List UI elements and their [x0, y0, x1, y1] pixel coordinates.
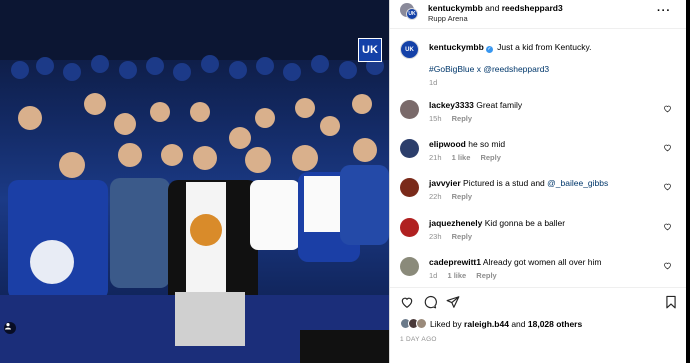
- like-comment-heart-icon[interactable]: [663, 143, 672, 152]
- comment-text: Pictured is a stud and: [463, 178, 548, 188]
- likes-prefix: Liked by: [430, 319, 462, 329]
- liked-by-user[interactable]: raleigh.b44: [464, 319, 509, 329]
- reply-button[interactable]: Reply: [452, 232, 472, 241]
- comment-time: 23h: [429, 232, 442, 241]
- liker-avatar: [416, 318, 427, 329]
- like-heart-icon[interactable]: [400, 295, 414, 309]
- post-header: UK kentuckymbb and reedsheppard3 Rupp Ar…: [390, 0, 687, 29]
- comment-time: 15h: [429, 114, 442, 123]
- share-paper-plane-icon[interactable]: [446, 295, 460, 309]
- comment-username[interactable]: jaquezhenely: [429, 218, 482, 228]
- comment-text: he so mid: [468, 139, 506, 149]
- comment: elipwood he so mid 21h 1 like Reply: [400, 139, 680, 171]
- comment-meta: 22h Reply: [429, 192, 480, 201]
- user-tag-icon[interactable]: [4, 322, 16, 334]
- comment-likes[interactable]: 1 like: [452, 153, 471, 162]
- window-edge: [686, 0, 690, 363]
- comment-text-line: jaquezhenely Kid gonna be a baller: [429, 218, 659, 229]
- post-actions: Liked by raleigh.b44 and 18,028 others 1…: [390, 287, 687, 363]
- comment-username[interactable]: cadeprewitt1: [429, 257, 481, 267]
- likes-count[interactable]: 18,028 others: [528, 319, 582, 329]
- reply-button[interactable]: Reply: [480, 153, 500, 162]
- comment-likes[interactable]: 1 like: [447, 271, 466, 280]
- caption-time: 1d: [429, 78, 438, 87]
- comment-text: Already got women all over him: [482, 257, 602, 267]
- owner-username[interactable]: kentuckymbb: [428, 3, 483, 13]
- reply-button[interactable]: Reply: [476, 271, 496, 280]
- uk-logo: UK: [358, 38, 382, 62]
- likes-summary: Liked by raleigh.b44 and 18,028 others: [430, 319, 582, 329]
- comment-meta: 21h 1 like Reply: [429, 153, 509, 162]
- like-comment-heart-icon[interactable]: [663, 182, 672, 191]
- comment-username[interactable]: lackey3333: [429, 100, 474, 110]
- comment-time: 1d: [429, 271, 438, 280]
- header-usernames: kentuckymbb and reedsheppard3: [428, 3, 563, 13]
- comment-avatar[interactable]: [400, 218, 419, 237]
- comment-username[interactable]: elipwood: [429, 139, 466, 149]
- like-comment-heart-icon[interactable]: [663, 104, 672, 113]
- crowd-illustration: [0, 0, 389, 363]
- comment-text-line: elipwood he so mid: [429, 139, 659, 150]
- location-link[interactable]: Rupp Arena: [428, 14, 468, 23]
- reply-button[interactable]: Reply: [452, 192, 472, 201]
- caption-text: Just a kid from Kentucky.: [497, 42, 592, 52]
- comment-meta: 23h Reply: [429, 232, 480, 241]
- caption-avatar[interactable]: UK: [400, 40, 419, 59]
- comment-time: 22h: [429, 192, 442, 201]
- caption-username[interactable]: kentuckymbb: [429, 42, 484, 52]
- comment-bubble-icon[interactable]: [423, 295, 437, 309]
- collaborator-username[interactable]: reedsheppard3: [502, 3, 563, 13]
- reply-button[interactable]: Reply: [452, 114, 472, 123]
- caption-hashtags[interactable]: #GoBigBlue x @reedsheppard3: [429, 64, 549, 74]
- like-comment-heart-icon[interactable]: [663, 222, 672, 231]
- comment: cadeprewitt1 Already got women all over …: [400, 257, 680, 289]
- comment-avatar[interactable]: [400, 139, 419, 158]
- comment: javvyier Pictured is a stud and @_bailee…: [400, 178, 680, 210]
- post-photo[interactable]: UK: [0, 0, 389, 363]
- comment-avatar[interactable]: [400, 178, 419, 197]
- comment: lackey3333 Great family 15h Reply: [400, 100, 680, 132]
- comment-text-line: javvyier Pictured is a stud and @_bailee…: [429, 178, 659, 189]
- more-horizontal-icon[interactable]: ···: [657, 5, 671, 17]
- comment-avatar[interactable]: [400, 100, 419, 119]
- comment-username[interactable]: javvyier: [429, 178, 461, 188]
- comment-mention[interactable]: @_bailee_gibbs: [547, 178, 608, 188]
- comment-meta: 1d 1 like Reply: [429, 271, 505, 280]
- collab-avatar[interactable]: UK: [406, 8, 418, 20]
- comment-text-line: cadeprewitt1 Already got women all over …: [429, 257, 659, 268]
- comment-meta: 15h Reply: [429, 114, 480, 123]
- header-joiner: and: [485, 3, 500, 13]
- comment-text-line: lackey3333 Great family: [429, 100, 659, 111]
- comment-avatar[interactable]: [400, 257, 419, 276]
- like-comment-heart-icon[interactable]: [663, 261, 672, 270]
- verified-badge-icon: ✓: [485, 46, 493, 53]
- save-bookmark-icon[interactable]: [664, 295, 678, 309]
- likes-middle: and: [511, 319, 526, 329]
- caption-text-line: kentuckymbb ✓ Just a kid from Kentucky.: [429, 42, 679, 53]
- comment-time: 21h: [429, 153, 442, 162]
- comment-text: Kid gonna be a baller: [484, 218, 566, 228]
- post-date[interactable]: 1 DAY AGO: [400, 336, 437, 343]
- post-side-panel: UK kentuckymbb and reedsheppard3 Rupp Ar…: [389, 0, 687, 363]
- comment-text: Great family: [476, 100, 523, 110]
- comment: jaquezhenely Kid gonna be a baller 23h R…: [400, 218, 680, 250]
